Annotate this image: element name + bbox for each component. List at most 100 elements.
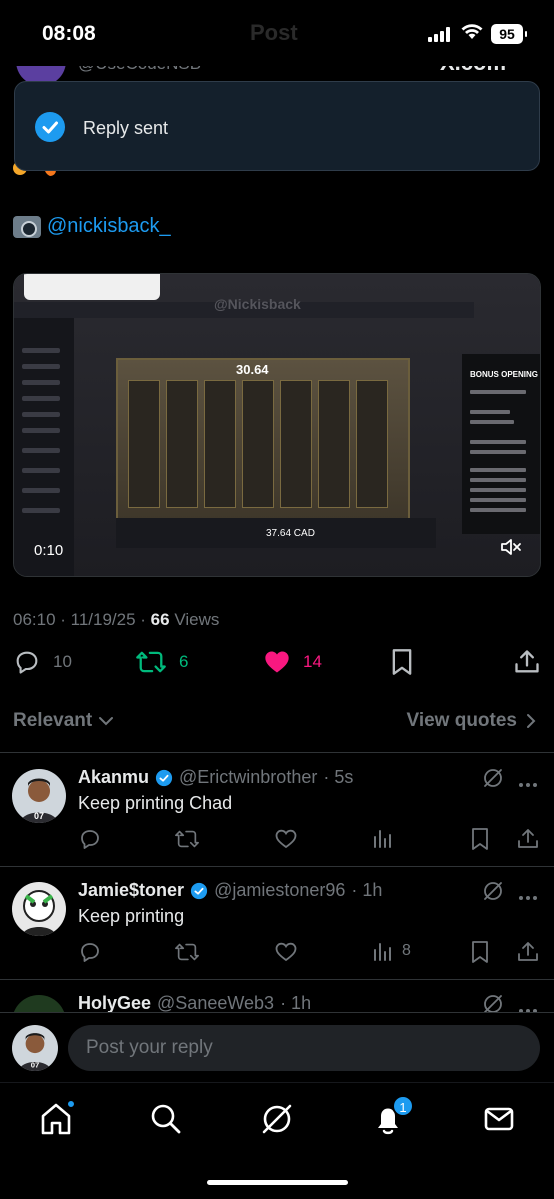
video-player[interactable]: @Nickisback 30.64 37.64 CAD BONUS OPENIN… [13, 273, 541, 577]
reply-author-handle[interactable]: @SaneeWeb3 [157, 993, 274, 1012]
current-user-avatar[interactable]: 07 [12, 1025, 58, 1071]
reply-author-name[interactable]: Jamie$toner [78, 880, 184, 901]
reply-icon [81, 943, 99, 962]
share-button[interactable] [516, 940, 540, 964]
reply-time: · 5s [323, 767, 354, 787]
reply-action-bar [78, 827, 540, 851]
bonus-panel [462, 354, 540, 534]
heart-icon [275, 829, 297, 849]
reply-time: · 1h [280, 993, 312, 1012]
bookmark-icon [472, 941, 488, 963]
more-options-icon[interactable] [518, 775, 538, 793]
reply-count: 10 [53, 652, 72, 671]
grok-icon[interactable] [482, 767, 504, 794]
share-icon [518, 942, 538, 961]
tab-home[interactable] [38, 1099, 76, 1137]
chevron-down-icon [99, 717, 114, 726]
reply-author-name[interactable]: Akanmu [78, 767, 149, 788]
home-indicator [207, 1180, 348, 1185]
reply-author-handle[interactable]: @jamiestoner96 [214, 880, 345, 901]
repost-button[interactable] [174, 827, 200, 851]
bookmark-button[interactable] [470, 827, 490, 851]
share-button[interactable] [513, 648, 541, 676]
share-icon [518, 829, 538, 848]
reply-sent-toast[interactable]: Reply sent [14, 81, 540, 171]
credit-line: @nickisback_ [13, 215, 171, 238]
win-display: 30.64 [236, 362, 269, 377]
check-circle-icon [35, 112, 65, 142]
envelope-icon [484, 1107, 514, 1131]
post-timestamp: 06:10 · 11/19/25 · [13, 610, 151, 629]
reply-time: · 1h [351, 880, 383, 900]
bookmark-icon [472, 828, 488, 850]
chevron-right-icon [527, 714, 536, 728]
views-chart-icon [374, 830, 391, 848]
like-button[interactable] [274, 940, 298, 964]
toast-message: Reply sent [83, 118, 169, 138]
more-options-icon[interactable] [518, 888, 538, 906]
post-action-bar: 10 6 14 [13, 648, 541, 684]
avatar[interactable]: 07 [12, 769, 66, 823]
reply-author-name[interactable]: HolyGee [78, 993, 151, 1012]
views-chart-icon [374, 943, 391, 961]
grok-icon[interactable] [482, 880, 504, 907]
repost-icon [175, 830, 199, 848]
avatar[interactable] [12, 882, 66, 936]
reply-author-handle[interactable]: @Erictwinbrother [179, 767, 317, 788]
share-button[interactable] [516, 827, 540, 851]
reply-button[interactable] [78, 940, 102, 964]
total-win: 37.64 CAD [266, 528, 315, 539]
tab-search[interactable] [148, 1101, 184, 1137]
reply-header: Jamie$toner @jamiestoner96 · 1h [78, 880, 382, 901]
battery-indicator: 95 [491, 24, 527, 44]
reply-header: Akanmu @Erictwinbrother · 5s [78, 767, 353, 788]
avatar[interactable] [12, 995, 66, 1012]
bookmark-button[interactable] [470, 940, 490, 964]
views-label: Views [169, 610, 220, 629]
credit-handle-link[interactable]: @nickisback_ [47, 215, 171, 238]
grok-icon [262, 1104, 292, 1134]
bookmark-button[interactable] [389, 648, 415, 676]
heart-filled-icon [265, 651, 289, 673]
like-button[interactable]: 14 [263, 648, 322, 676]
views-button[interactable] [372, 827, 402, 849]
page-title: Post [250, 20, 298, 45]
svg-text:07: 07 [34, 811, 44, 821]
repost-button[interactable] [174, 940, 200, 964]
repost-count: 6 [179, 652, 189, 671]
reply-button[interactable]: 10 [13, 648, 72, 676]
mute-icon[interactable] [500, 537, 522, 557]
svg-text:07: 07 [31, 1061, 40, 1070]
reply-button[interactable] [78, 827, 102, 851]
post-meta: 06:10 · 11/19/25 · 66 Views [13, 610, 219, 630]
reply-icon [16, 651, 38, 674]
views-button[interactable]: 8 [372, 940, 411, 962]
tab-grok[interactable] [259, 1101, 295, 1137]
reply-header: HolyGee @SaneeWeb3 · 1h [78, 993, 311, 1012]
more-options-icon[interactable] [518, 1001, 538, 1012]
status-time: 08:08 [42, 22, 96, 45]
like-button[interactable] [274, 827, 298, 851]
reply-item[interactable]: Jamie$toner @jamiestoner96 · 1h Keep pri… [0, 866, 554, 978]
home-unread-dot [66, 1099, 76, 1109]
like-count: 14 [303, 652, 322, 671]
grok-icon[interactable] [482, 993, 504, 1012]
stream-brand-logo [24, 274, 160, 300]
bookmark-icon [392, 649, 412, 675]
reply-views: 8 [402, 942, 411, 959]
tab-notifications[interactable]: 1 [370, 1095, 414, 1137]
video-watermark: @Nickisback [214, 296, 301, 312]
search-icon [151, 1104, 181, 1134]
repost-button[interactable]: 6 [135, 648, 188, 676]
signal-icon [428, 26, 450, 42]
reply-item[interactable]: HolyGee @SaneeWeb3 · 1h [0, 979, 554, 1012]
reply-input[interactable]: Post your reply [68, 1025, 540, 1071]
reply-item[interactable]: 07 Akanmu @Erictwinbrother · 5s Keep pri… [0, 753, 554, 865]
repost-icon [136, 651, 166, 673]
reply-text: Keep printing Chad [78, 793, 233, 813]
relevant-dropdown[interactable]: Relevant [13, 710, 114, 732]
view-quotes-link[interactable]: View quotes [406, 710, 537, 732]
tab-messages[interactable] [481, 1101, 517, 1137]
reply-text: Keep printing [78, 906, 185, 926]
reply-icon [81, 830, 99, 849]
